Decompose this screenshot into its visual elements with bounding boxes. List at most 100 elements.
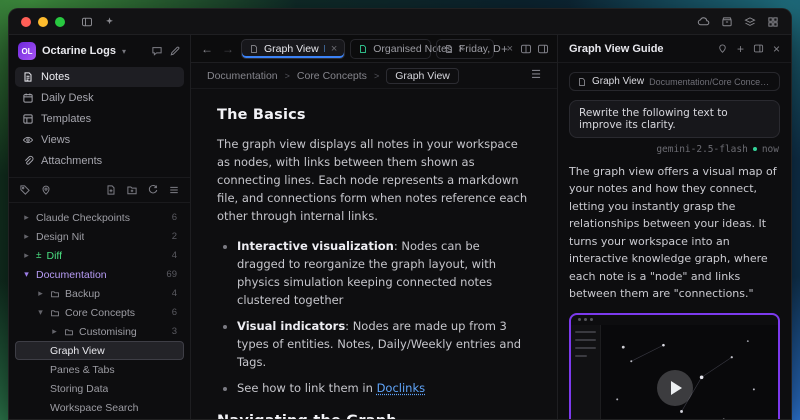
tree-item-customising[interactable]: ▸ Customising 3 xyxy=(15,322,184,341)
new-file-button[interactable] xyxy=(105,184,117,196)
sort-button[interactable] xyxy=(168,184,180,196)
feedback-button[interactable] xyxy=(151,45,163,57)
pinned-button[interactable] xyxy=(40,184,52,196)
pin-panel-button[interactable] xyxy=(717,43,728,54)
status-dot-icon xyxy=(753,147,757,151)
context-chip-title: Graph View xyxy=(592,76,644,87)
split-view-button[interactable] xyxy=(520,43,532,55)
left-sidebar: OL Octarine Logs ▾ Notes Daily Desk xyxy=(9,35,191,419)
chevron-right-icon[interactable]: ▸ xyxy=(22,212,31,223)
nav-label: Templates xyxy=(41,113,91,125)
window-titlebar xyxy=(9,9,791,35)
sidebar-item-daily-desk[interactable]: Daily Desk xyxy=(15,88,184,108)
archive-button[interactable] xyxy=(721,16,733,28)
grid-button[interactable] xyxy=(767,16,779,28)
toggle-right-panel-button[interactable] xyxy=(537,43,549,55)
play-icon xyxy=(671,381,682,395)
sidebar-item-views[interactable]: Views xyxy=(15,130,184,150)
video-preview[interactable] xyxy=(569,313,780,420)
workspace-name: Octarine Logs xyxy=(42,45,116,57)
tree-item-documentation[interactable]: ▾ Documentation 69 xyxy=(15,265,184,284)
refresh-button[interactable] xyxy=(147,184,159,196)
tree-item-label: Documentation xyxy=(36,269,107,281)
doclinks-link[interactable]: Doclinks xyxy=(377,381,426,395)
sidebar-item-attachments[interactable]: Attachments xyxy=(15,151,184,171)
tree-item-label: Graph View xyxy=(50,345,105,357)
play-button[interactable] xyxy=(657,370,693,406)
note-menu-button[interactable]: ☰ xyxy=(531,70,541,81)
new-folder-button[interactable] xyxy=(126,184,138,196)
chevron-right-icon[interactable]: ▸ xyxy=(22,231,31,242)
tree-item-panes-tabs[interactable]: Panes & Tabs xyxy=(15,360,184,379)
context-chip[interactable]: Graph View Documentation/Core Concepts xyxy=(569,72,780,91)
message-meta: gemini-2.5-flash now xyxy=(570,144,779,155)
expand-panel-button[interactable] xyxy=(753,43,764,54)
tree-item-count: 6 xyxy=(172,307,177,318)
tree-item-graph-view[interactable]: Graph View xyxy=(15,341,184,360)
new-tab-button[interactable]: + xyxy=(499,42,510,56)
back-button[interactable]: ← xyxy=(199,42,215,56)
workspace-switcher[interactable]: OL Octarine Logs ▾ xyxy=(9,35,190,65)
chevron-right-icon[interactable]: ▸ xyxy=(22,250,31,261)
bullet-bold-text: Interactive visualization xyxy=(237,239,394,253)
new-chat-button[interactable]: + xyxy=(737,43,744,55)
app-window: OL Octarine Logs ▾ Notes Daily Desk xyxy=(8,8,792,420)
breadcrumb-core-concepts[interactable]: Core Concepts xyxy=(297,70,367,82)
close-panel-button[interactable]: × xyxy=(773,43,780,55)
breadcrumb-documentation[interactable]: Documentation xyxy=(207,70,278,82)
nav-label: Views xyxy=(41,134,70,146)
tags-button[interactable] xyxy=(19,184,31,196)
editor-pane: ← → Graph View Documentation × Organised… xyxy=(191,35,557,419)
message-time: now xyxy=(762,144,779,155)
chevron-down-icon[interactable]: ▾ xyxy=(22,269,31,280)
breadcrumb: Documentation > Core Concepts > Graph Vi… xyxy=(191,63,557,89)
tree-item-storing-data[interactable]: Storing Data xyxy=(15,379,184,398)
tree-item-label: Diff xyxy=(47,250,63,262)
traffic-lights xyxy=(21,17,65,27)
note-title-field[interactable]: Graph View xyxy=(386,68,459,84)
chevron-down-icon[interactable]: ▾ xyxy=(36,307,45,318)
tree-item-label: Core Concepts xyxy=(65,307,135,319)
note-content[interactable]: The Basics The graph view displays all n… xyxy=(191,89,557,419)
tree-item-label: Workspace Search xyxy=(50,402,139,414)
chevron-right-icon[interactable]: ▸ xyxy=(36,288,45,299)
close-tab-icon[interactable]: × xyxy=(331,43,337,55)
command-button[interactable] xyxy=(104,16,115,27)
document-icon xyxy=(444,44,454,54)
sync-button[interactable] xyxy=(697,15,710,28)
tree-item-daily-desk[interactable]: ▸ Daily Desk xyxy=(15,417,184,419)
nav-label: Attachments xyxy=(41,155,102,167)
close-window-button[interactable] xyxy=(21,17,31,27)
tree-item-label: Design Nit xyxy=(36,231,84,243)
tab-organised-notes[interactable]: Organised Notes × xyxy=(350,39,431,59)
notes-icon xyxy=(22,71,34,83)
toggle-sidebar-button[interactable] xyxy=(81,16,93,28)
minimize-window-button[interactable] xyxy=(38,17,48,27)
assistant-panel: Graph View Guide + × Graph View Document… xyxy=(557,35,791,419)
workspace-logo: OL xyxy=(18,42,36,60)
tab-title: Friday, D xyxy=(459,43,501,55)
tree-item-diff[interactable]: ▸ ± Diff 4 xyxy=(15,246,184,265)
stack-button[interactable] xyxy=(744,16,756,28)
forward-button[interactable]: → xyxy=(220,42,236,56)
tree-item-workspace-search[interactable]: Workspace Search xyxy=(15,398,184,417)
breadcrumb-separator: > xyxy=(374,71,379,81)
tree-item-claude-checkpoints[interactable]: ▸ Claude Checkpoints 6 xyxy=(15,208,184,227)
new-note-button[interactable] xyxy=(169,45,181,57)
tab-bar: ← → Graph View Documentation × Organised… xyxy=(191,35,557,63)
sidebar-item-notes[interactable]: Notes xyxy=(15,67,184,87)
tab-subtitle: Documentation xyxy=(324,43,325,55)
folder-icon xyxy=(64,327,74,337)
tree-item-core-concepts[interactable]: ▾ Core Concepts 6 xyxy=(15,303,184,322)
chevron-right-icon[interactable]: ▸ xyxy=(50,326,59,337)
template-icon xyxy=(22,113,34,125)
tree-item-design-nit[interactable]: ▸ Design Nit 2 xyxy=(15,227,184,246)
zoom-window-button[interactable] xyxy=(55,17,65,27)
tab-friday[interactable]: Friday, D × xyxy=(436,39,494,59)
sidebar-item-templates[interactable]: Templates xyxy=(15,109,184,129)
tree-item-backup[interactable]: ▸ Backup 4 xyxy=(15,284,184,303)
tree-item-label: Panes & Tabs xyxy=(50,364,115,376)
chevron-down-icon: ▾ xyxy=(122,47,126,56)
nav-label: Notes xyxy=(41,71,70,83)
tab-graph-view[interactable]: Graph View Documentation × xyxy=(241,39,345,59)
